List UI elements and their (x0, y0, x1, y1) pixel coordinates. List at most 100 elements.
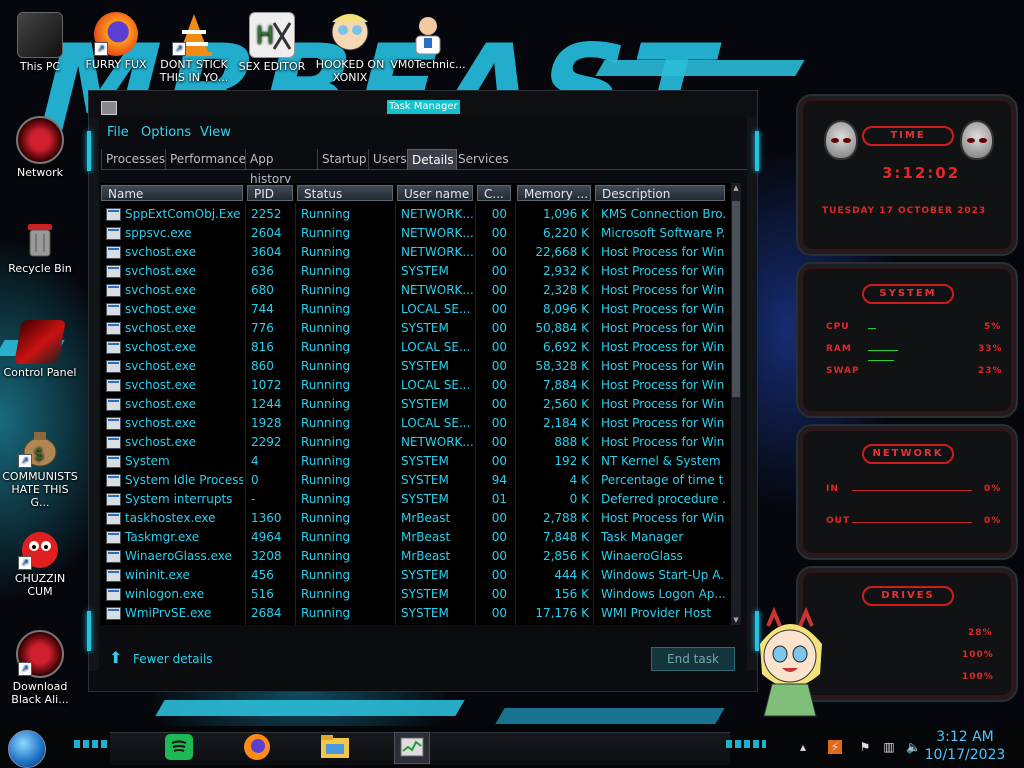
desktop-icon-hooked-on-xonix[interactable]: HOOKED ON XONIX (312, 12, 388, 84)
cell-user-name: SYSTEM (401, 587, 449, 601)
table-row[interactable]: SppExtComObj.Exe 2252 Running NETWORK... 00 1… (101, 205, 731, 224)
cell-pid: 1072 (251, 378, 282, 392)
cell-status: Running (301, 283, 351, 297)
column-header-user-name[interactable]: User name (397, 185, 473, 201)
taskbar-task-manager-button[interactable] (394, 732, 430, 764)
cell-cpu: 00 (491, 302, 507, 316)
table-row[interactable]: svchost.exe 1072 Running LOCAL SE... 00 7,884… (101, 376, 731, 395)
show-hidden-icons-icon[interactable]: ▴ (796, 740, 810, 754)
tray-app-icon[interactable]: ⚡ (828, 740, 842, 754)
table-row[interactable]: System Idle Process 0 Running SYSTEM 94 4 K Pe… (101, 471, 731, 490)
cell-pid: 1360 (251, 511, 282, 525)
taskbar-spotify-button[interactable] (162, 732, 196, 762)
desktop-icon-network[interactable]: Network (2, 116, 78, 179)
table-row[interactable]: Taskmgr.exe 4964 Running MrBeast 00 7,848 K Ta… (101, 528, 731, 547)
desktop-icon-sex-editor[interactable]: H SEX EDITOR (234, 12, 310, 73)
table-row[interactable]: svchost.exe 636 Running SYSTEM 00 2,932 K Host… (101, 262, 731, 281)
process-icon (106, 588, 121, 601)
table-row[interactable]: svchost.exe 1244 Running SYSTEM 00 2,560 K Hos… (101, 395, 731, 414)
vlc-icon: ↗ (172, 12, 216, 56)
scroll-up-button[interactable]: ▲ (731, 183, 741, 193)
action-center-flag-icon[interactable]: ⚑ (858, 740, 872, 754)
tab-processes[interactable]: Processes (101, 149, 168, 169)
money-bag-icon: $ ↗ (18, 424, 62, 468)
column-header-name[interactable]: Name (101, 185, 243, 201)
start-button[interactable] (8, 730, 46, 768)
tab-performance[interactable]: Performance (165, 149, 246, 169)
cell-pid: 744 (251, 302, 274, 316)
table-row[interactable]: System 4 Running SYSTEM 00 192 K NT Kernel & S… (101, 452, 731, 471)
desktop-icon-dont-stick[interactable]: ↗ DONT STICK THIS IN YO... (156, 12, 232, 84)
menu-options[interactable]: Options (141, 125, 191, 140)
cell-pid: 3208 (251, 549, 282, 563)
tab-startup[interactable]: Startup (317, 149, 370, 169)
title-bar[interactable]: Task Manager (89, 91, 757, 117)
cell-description: Host Process for Win... (601, 302, 725, 316)
tab-users[interactable]: Users (368, 149, 409, 169)
network-status-icon[interactable]: ▥ (882, 740, 896, 754)
drives-gadget-header: DRIVES (862, 586, 954, 606)
cell-user-name: NETWORK... (401, 245, 473, 259)
table-row[interactable]: svchost.exe 1928 Running LOCAL SE... 00 2,184… (101, 414, 731, 433)
ram-value: 33% (978, 344, 1003, 354)
table-row[interactable]: svchost.exe 744 Running LOCAL SE... 00 8,096 … (101, 300, 731, 319)
tab-app-history[interactable]: App history (245, 149, 318, 186)
taskbar-file-explorer-button[interactable] (318, 732, 352, 762)
table-row[interactable]: svchost.exe 860 Running SYSTEM 00 58,328 K Hos… (101, 357, 731, 376)
desktop-icon-recycle-bin[interactable]: Recycle Bin (2, 216, 78, 275)
column-header-status[interactable]: Status (297, 185, 393, 201)
cell-description: KMS Connection Bro... (601, 207, 725, 221)
cell-name: taskhostex.exe (125, 511, 216, 525)
frame-accent (87, 611, 91, 651)
cell-name: svchost.exe (125, 397, 196, 411)
cell-user-name: NETWORK... (401, 207, 473, 221)
desktop-icon-download-black-ali[interactable]: ↗ Download Black Ali... (2, 630, 78, 706)
table-row[interactable]: sppsvc.exe 2604 Running NETWORK... 00 6,220 K… (101, 224, 731, 243)
column-header-memory[interactable]: Memory ... (517, 185, 591, 201)
cell-memory: 17,176 K (535, 606, 589, 620)
network-gadget-header: NETWORK (862, 444, 954, 464)
cell-memory: 50,884 K (535, 321, 589, 335)
table-row[interactable]: svchost.exe 776 Running SYSTEM 00 50,884 K Hos… (101, 319, 731, 338)
table-row[interactable]: System interrupts - Running SYSTEM 01 0 K Defe… (101, 490, 731, 509)
scroll-down-button[interactable]: ▼ (731, 615, 741, 625)
desktop-icon-chuzzin[interactable]: ↗ CHUZZIN CUM (2, 526, 78, 598)
column-header-pid[interactable]: PID (247, 185, 293, 201)
desktop-icon-furry-fux[interactable]: ↗ FURRY FUX (78, 12, 154, 71)
ram-bar (868, 350, 898, 351)
table-row[interactable]: winlogon.exe 516 Running SYSTEM 00 156 K Windo… (101, 585, 731, 604)
cell-user-name: SYSTEM (401, 473, 449, 487)
desktop-icon-control-panel[interactable]: Control Panel (2, 320, 78, 379)
scrollbar-thumb[interactable] (732, 201, 740, 397)
table-row[interactable]: WinaeroGlass.exe 3208 Running MrBeast 00 2,85… (101, 547, 731, 566)
table-row[interactable]: taskhostex.exe 1360 Running MrBeast 00 2,788 … (101, 509, 731, 528)
cell-user-name: LOCAL SE... (401, 302, 471, 316)
tab-services[interactable]: Services (453, 149, 510, 169)
end-task-button[interactable]: End task (651, 647, 735, 671)
desktop-icon-vm0technic[interactable]: VM0Technic... (390, 12, 466, 71)
taskbar-clock[interactable]: 3:12 AM 10/17/2023 (920, 728, 1010, 764)
volume-icon[interactable]: 🔈 (906, 740, 921, 754)
column-header-cpu[interactable]: C... (477, 185, 511, 201)
vertical-scrollbar[interactable]: ▲ ▼ (731, 183, 741, 625)
column-header-description[interactable]: Description (595, 185, 725, 201)
table-row[interactable]: wininit.exe 456 Running SYSTEM 00 444 K Window… (101, 566, 731, 585)
menu-file[interactable]: File (107, 125, 129, 140)
desktop-icon-communists[interactable]: $ ↗ COMMUNISTS HATE THIS G... (2, 424, 78, 509)
desktop-icon-this-pc[interactable]: This PC (2, 12, 78, 73)
table-row[interactable]: svchost.exe 816 Running LOCAL SE... 00 6,692 … (101, 338, 731, 357)
task-manager-window[interactable]: Task Manager File Options View Processes… (87, 90, 759, 692)
cell-description: Host Process for Win... (601, 435, 725, 449)
table-row[interactable]: svchost.exe 3604 Running NETWORK... 00 22,668… (101, 243, 731, 262)
table-row[interactable]: WmiPrvSE.exe 2684 Running SYSTEM 00 17,176 K W… (101, 604, 731, 623)
process-icon (106, 474, 121, 487)
table-row[interactable]: svchost.exe 2292 Running NETWORK... 00 888 K H… (101, 433, 731, 452)
frame-accent (87, 131, 91, 171)
swap-label: SWAP (826, 366, 860, 376)
table-row[interactable]: svchost.exe 680 Running NETWORK... 00 2,328 K… (101, 281, 731, 300)
gadget-date: TUESDAY 17 OCTOBER 2023 (822, 206, 987, 216)
taskbar-firefox-button[interactable] (240, 732, 274, 762)
cartoon-icon (328, 12, 372, 56)
tab-details[interactable]: Details (407, 149, 457, 170)
menu-view[interactable]: View (200, 125, 231, 140)
